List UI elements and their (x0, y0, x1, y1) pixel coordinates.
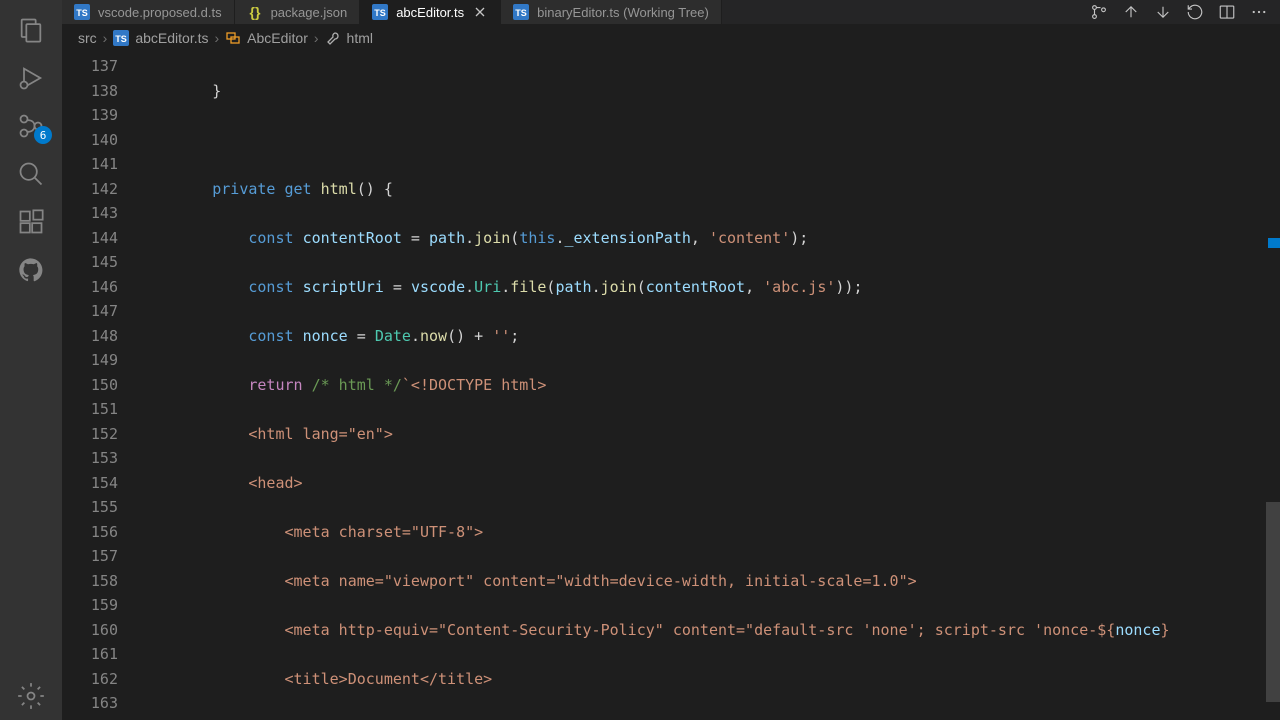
ts-file-icon: TS (513, 4, 529, 20)
breadcrumb-item[interactable]: html (347, 30, 373, 46)
code-line[interactable] (140, 128, 1280, 153)
code-line[interactable]: </head> (140, 716, 1280, 720)
more-icon[interactable] (1250, 3, 1268, 21)
class-icon (225, 30, 241, 46)
chevron-right-icon: › (215, 30, 220, 46)
tab-bar: TS vscode.proposed.d.ts {} package.json … (62, 0, 1280, 24)
tab-label: package.json (271, 5, 348, 20)
chevron-right-icon: › (314, 30, 319, 46)
code-line[interactable]: <head> (140, 471, 1280, 496)
code-line[interactable]: } (140, 79, 1280, 104)
breadcrumb-item[interactable]: AbcEditor (247, 30, 308, 46)
prev-change-icon[interactable] (1122, 3, 1140, 21)
code-area[interactable]: } private get html() { const contentRoot… (140, 52, 1280, 720)
ts-file-icon: TS (113, 30, 129, 46)
scm-badge: 6 (34, 126, 52, 144)
ts-file-icon: TS (372, 4, 388, 20)
svg-text:TS: TS (76, 8, 88, 18)
run-icon[interactable] (0, 54, 62, 102)
tab-vscode-proposed[interactable]: TS vscode.proposed.d.ts (62, 0, 235, 24)
tab-label: binaryEditor.ts (Working Tree) (537, 5, 709, 20)
revert-icon[interactable] (1186, 3, 1204, 21)
breadcrumb-item[interactable]: src (78, 30, 97, 46)
code-line[interactable]: private get html() { (140, 177, 1280, 202)
tab-binary-editor[interactable]: TS binaryEditor.ts (Working Tree) (501, 0, 722, 24)
search-icon[interactable] (0, 150, 62, 198)
code-line[interactable]: <html lang="en"> (140, 422, 1280, 447)
settings-gear-icon[interactable] (0, 672, 62, 720)
breadcrumb-item[interactable]: abcEditor.ts (135, 30, 208, 46)
code-line[interactable]: <meta name="viewport" content="width=dev… (140, 569, 1280, 594)
activity-bar: 6 (0, 0, 62, 720)
code-line[interactable]: const nonce = Date.now() + ''; (140, 324, 1280, 349)
tab-actions (1078, 0, 1280, 24)
json-file-icon: {} (247, 4, 263, 20)
extensions-icon[interactable] (0, 198, 62, 246)
svg-text:TS: TS (515, 8, 527, 18)
code-line[interactable]: <title>Document</title> (140, 667, 1280, 692)
breadcrumbs[interactable]: src › TS abcEditor.ts › AbcEditor › html (62, 24, 1280, 52)
code-line[interactable]: return /* html */`<!DOCTYPE html> (140, 373, 1280, 398)
scrollbar-thumb[interactable] (1266, 502, 1280, 702)
code-line[interactable]: const contentRoot = path.join(this._exte… (140, 226, 1280, 251)
code-line[interactable]: <meta charset="UTF-8"> (140, 520, 1280, 545)
tab-label: abcEditor.ts (396, 5, 464, 20)
editor[interactable]: 1371381391401411421431441451461471481491… (62, 52, 1280, 720)
compare-icon[interactable] (1090, 3, 1108, 21)
tab-abc-editor[interactable]: TS abcEditor.ts (360, 0, 501, 24)
tab-label: vscode.proposed.d.ts (98, 5, 222, 20)
split-icon[interactable] (1218, 3, 1236, 21)
github-icon[interactable] (0, 246, 62, 294)
svg-text:TS: TS (374, 8, 386, 18)
line-gutter: 1371381391401411421431441451461471481491… (62, 52, 140, 720)
overview-marker (1268, 238, 1280, 248)
ts-file-icon: TS (74, 4, 90, 20)
explorer-icon[interactable] (0, 6, 62, 54)
close-icon[interactable] (472, 4, 488, 20)
chevron-right-icon: › (103, 30, 108, 46)
property-icon (325, 30, 341, 46)
code-line[interactable]: <meta http-equiv="Content-Security-Polic… (140, 618, 1280, 643)
code-line[interactable]: const scriptUri = vscode.Uri.file(path.j… (140, 275, 1280, 300)
overview-ruler[interactable] (1266, 52, 1280, 720)
tab-package-json[interactable]: {} package.json (235, 0, 361, 24)
scm-icon[interactable]: 6 (0, 102, 62, 150)
svg-text:TS: TS (116, 34, 128, 44)
svg-text:{}: {} (249, 4, 260, 20)
next-change-icon[interactable] (1154, 3, 1172, 21)
